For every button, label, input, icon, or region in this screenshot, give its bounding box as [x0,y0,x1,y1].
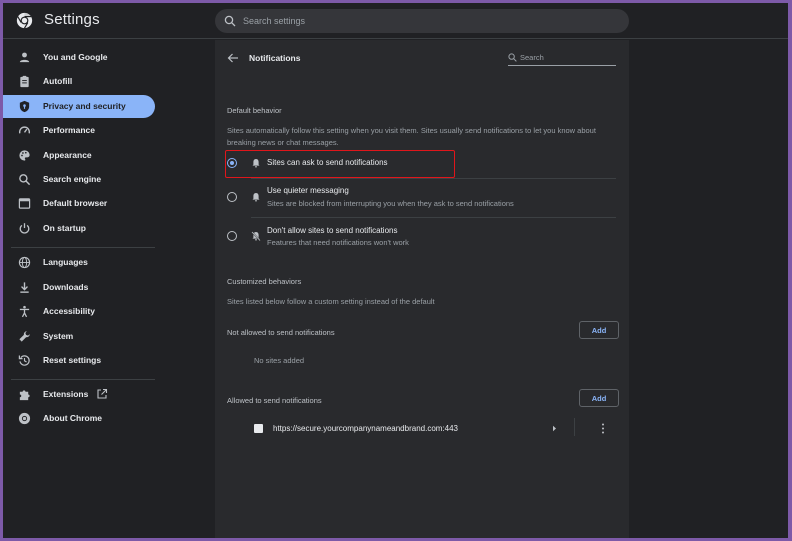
gauge-icon [18,126,31,134]
option-divider [251,178,616,179]
sidebar-item-about-chrome[interactable]: About Chrome [3,407,155,430]
download-icon [20,282,29,293]
default-behavior-description: Sites automatically follow this setting … [227,126,596,147]
sidebar-item-label: On startup [43,223,86,233]
customized-behaviors-description: Sites listed below follow a custom setti… [227,297,435,306]
sidebar-item-accessibility[interactable]: Accessibility [3,300,155,323]
sidebar-item-privacy-and-security[interactable]: Privacy and security [3,95,155,118]
sidebar-item-label: Default browser [43,198,108,208]
option-divider [251,217,616,218]
sidebar-item-label: Extensions [43,389,89,399]
app-title: Settings [44,11,100,28]
clipboard-icon [20,75,29,88]
notifications-search-field[interactable] [508,49,616,66]
chevron-right-icon[interactable] [551,425,558,432]
puzzle-icon [19,390,30,401]
radio-sites-can-ask[interactable] [227,158,237,168]
sidebar-item-label: Languages [43,257,88,267]
sidebar-item-you-and-google[interactable]: You and Google [3,46,155,69]
palette-icon [19,150,30,161]
option-label[interactable]: Don't allow sites to send notifications [267,226,397,235]
settings-search-input[interactable] [243,13,613,29]
bell-icon [252,159,260,168]
page-title: Notifications [249,53,301,63]
wrench-icon [19,331,30,342]
sidebar-divider [11,379,155,380]
sidebar-item-label: About Chrome [43,413,103,423]
sidebar-item-label: Reset settings [43,355,102,365]
add-allowed-button[interactable]: Add [579,389,619,407]
sidebar-divider [11,247,155,248]
sidebar-item-label: Autofill [43,76,73,86]
browser-icon [18,198,31,209]
right-empty-area [629,40,788,538]
settings-window: Settings You and Google Autofi [3,3,788,538]
sidebar-item-label: Appearance [43,150,92,160]
sidebar: You and Google Autofill Privacy and secu… [3,39,213,538]
more-vert-icon[interactable] [601,423,605,434]
sidebar-item-label: System [43,331,74,341]
option-sublabel: Sites are blocked from interrupting you … [267,199,514,208]
sidebar-item-system[interactable]: System [3,325,155,348]
accessibility-icon [19,305,30,318]
site-row-divider [574,418,575,436]
radio-use-quieter-messaging[interactable] [227,192,237,202]
customized-behaviors-heading: Customized behaviors [227,277,302,286]
search-icon [508,53,517,62]
sidebar-item-label: Search engine [43,174,102,184]
sidebar-item-label: Downloads [43,282,89,292]
sidebar-item-label: Performance [43,125,95,135]
reset-icon [18,355,30,366]
sidebar-item-search-engine[interactable]: Search engine [3,168,155,191]
globe-icon [18,256,31,269]
search-icon [19,174,31,186]
allowed-site-url[interactable]: https://secure.yourcompanynameandbrand.c… [273,424,458,433]
sidebar-item-appearance[interactable]: Appearance [3,144,155,167]
header-bar: Settings [3,3,788,39]
sidebar-item-label: Accessibility [43,306,95,316]
sidebar-item-default-browser[interactable]: Default browser [3,192,155,215]
external-link-icon [97,388,108,399]
site-favicon-icon [254,424,263,433]
search-icon [224,15,236,27]
no-sites-added-text: No sites added [254,356,305,365]
chrome-logo-icon [16,12,33,29]
settings-search-bar[interactable] [215,9,629,33]
add-not-allowed-button[interactable]: Add [579,321,619,339]
radio-dont-allow[interactable] [227,231,237,241]
back-arrow-icon[interactable] [227,52,239,64]
option-label[interactable]: Sites can ask to send notifications [267,158,388,167]
notifications-search-input[interactable] [520,51,612,63]
shield-icon [19,100,30,113]
sidebar-item-autofill[interactable]: Autofill [3,70,155,93]
bell-off-icon [251,231,261,241]
sidebar-item-downloads[interactable]: Downloads [3,276,155,299]
person-icon [19,52,30,63]
allowed-label: Allowed to send notifications [227,396,322,405]
chrome-icon [18,412,31,425]
sidebar-item-reset-settings[interactable]: Reset settings [3,349,155,372]
not-allowed-label: Not allowed to send notifications [227,328,335,337]
sidebar-item-label: Privacy and security [43,101,126,111]
sidebar-item-extensions[interactable]: Extensions [3,383,155,406]
power-icon [19,223,30,234]
notifications-panel: Notifications Default behavior Sites aut… [215,40,629,538]
default-behavior-heading: Default behavior [227,106,282,115]
sidebar-item-on-startup[interactable]: On startup [3,217,155,240]
sidebar-item-label: You and Google [43,52,108,62]
bell-icon [252,193,260,202]
sidebar-item-languages[interactable]: Languages [3,251,155,274]
sidebar-item-performance[interactable]: Performance [3,119,155,142]
option-sublabel: Features that need notifications won't w… [267,238,409,247]
option-label[interactable]: Use quieter messaging [267,186,349,195]
